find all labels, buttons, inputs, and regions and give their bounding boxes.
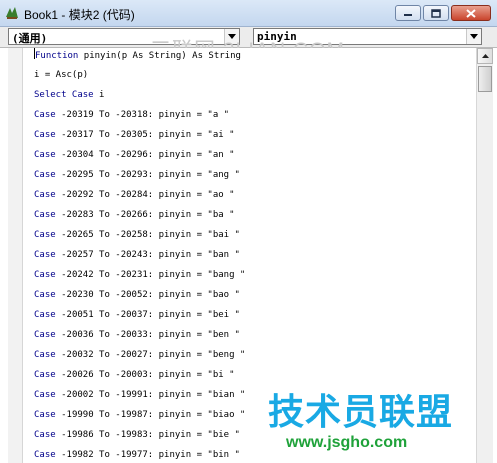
code-text: -20283 To -20266: pinyin = "ba " [55,210,235,220]
code-line[interactable]: Case -20292 To -20284: pinyin = "ao " [34,188,235,202]
code-line[interactable]: Case -20051 To -20037: pinyin = "bei " [34,308,240,322]
code-keyword: Case [34,410,56,420]
margin-indicator-bar[interactable] [8,48,23,463]
procedure-dropdown-value: pinyin [257,30,297,43]
code-line[interactable]: Case -20257 To -20243: pinyin = "ban " [34,248,240,262]
close-icon [466,8,476,18]
code-text: -20032 To -20027: pinyin = "beng " [55,350,246,360]
code-text: i [93,90,105,100]
code-text: -20292 To -20284: pinyin = "ao " [55,190,235,200]
scroll-up-icon [481,54,489,58]
window-title: Book1 - 模块2 (代码) [24,8,135,22]
code-keyword: Case [34,290,56,300]
code-text: -20242 To -20231: pinyin = "bang " [55,270,246,280]
title-bar[interactable]: Book1 - 模块2 (代码) [0,0,497,27]
code-keyword: Case [34,130,56,140]
procedure-dropdown-arrow[interactable] [466,29,481,44]
maximize-icon [431,8,441,18]
code-keyword: Function [35,51,79,61]
code-line[interactable]: Case -20265 To -20258: pinyin = "bai " [34,228,240,242]
code-keyword: Case [34,450,56,460]
code-keyword: Case [34,350,56,360]
code-keyword: Case [34,170,56,180]
code-text: -20051 To -20037: pinyin = "bei " [55,310,240,320]
code-line[interactable]: Case -20032 To -20027: pinyin = "beng " [34,348,245,362]
vertical-scrollbar[interactable] [476,48,493,463]
code-line[interactable]: Case -20304 To -20296: pinyin = "an " [34,148,235,162]
chevron-down-icon [470,34,478,39]
scroll-thumb[interactable] [478,66,492,92]
object-dropdown-arrow[interactable] [224,29,239,44]
code-text: -20265 To -20258: pinyin = "bai " [55,230,240,240]
code-keyword: Case [34,150,56,160]
code-text: -20036 To -20033: pinyin = "ben " [55,330,240,340]
chevron-down-icon [228,34,236,39]
code-text: -20002 To -19991: pinyin = "bian " [55,390,246,400]
maximize-button[interactable] [423,5,449,21]
code-text: -19986 To -19983: pinyin = "bie " [55,430,240,440]
code-line[interactable]: Case -20026 To -20003: pinyin = "bi " [34,368,235,382]
code-text: -20257 To -20243: pinyin = "ban " [55,250,240,260]
code-keyword: Case [34,310,56,320]
code-line[interactable]: Case -20002 To -19991: pinyin = "bian " [34,388,245,402]
code-text: -20026 To -20003: pinyin = "bi " [55,370,235,380]
code-text: -20230 To -20052: pinyin = "bao " [55,290,240,300]
object-dropdown-value: (通用) [12,32,48,45]
minimize-button[interactable] [395,5,421,21]
code-editor[interactable]: Function pinyin(p As String) As String i … [8,48,476,463]
code-line[interactable]: Case -19986 To -19983: pinyin = "bie " [34,428,240,442]
code-keyword: Case [34,430,56,440]
code-keyword: Case [34,230,56,240]
code-text: -20319 To -20318: pinyin = "a " [55,110,230,120]
code-line[interactable]: Case -20317 To -20305: pinyin = "ai " [34,128,235,142]
code-keyword: Case [34,190,56,200]
code-keyword: Case [34,210,56,220]
code-line[interactable]: Case -20283 To -20266: pinyin = "ba " [34,208,235,222]
code-line[interactable]: Case -20319 To -20318: pinyin = "a " [34,108,229,122]
code-keyword: Case [34,370,56,380]
window-controls [395,5,491,22]
code-keyword: Select Case [34,90,94,100]
code-text: pinyin(p As String) As String [78,51,241,61]
code-keyword: Case [34,390,56,400]
code-line[interactable]: Case -19990 To -19987: pinyin = "biao " [34,408,245,422]
code-text: -20317 To -20305: pinyin = "ai " [55,130,235,140]
code-keyword: Case [34,270,56,280]
code-toolbar: (通用) pinyin [0,27,497,48]
procedure-dropdown[interactable]: pinyin [253,28,482,45]
code-text: -19990 To -19987: pinyin = "biao " [55,410,246,420]
code-keyword: Case [34,110,56,120]
code-text: i = Asc(p) [34,70,89,80]
code-line[interactable]: Case -20242 To -20231: pinyin = "bang " [34,268,245,282]
code-line[interactable]: Function pinyin(p As String) As String [34,48,241,62]
code-line[interactable]: Case -20036 To -20033: pinyin = "ben " [34,328,240,342]
close-button[interactable] [451,5,491,21]
code-line[interactable]: Select Case i [34,88,104,102]
code-text: -19982 To -19977: pinyin = "bin " [55,450,240,460]
code-keyword: Case [34,330,56,340]
object-dropdown[interactable]: (通用) [8,28,240,45]
code-line[interactable]: Case -20230 To -20052: pinyin = "bao " [34,288,240,302]
code-line[interactable]: Case -19982 To -19977: pinyin = "bin " [34,448,240,462]
code-line[interactable]: i = Asc(p) [34,68,88,82]
vba-module-icon [6,7,18,19]
scroll-up-button[interactable] [477,48,493,64]
minimize-icon [404,14,412,16]
code-text: -20295 To -20293: pinyin = "ang " [55,170,240,180]
code-keyword: Case [34,250,56,260]
code-text: -20304 To -20296: pinyin = "an " [55,150,235,160]
code-line[interactable]: Case -20295 To -20293: pinyin = "ang " [34,168,240,182]
